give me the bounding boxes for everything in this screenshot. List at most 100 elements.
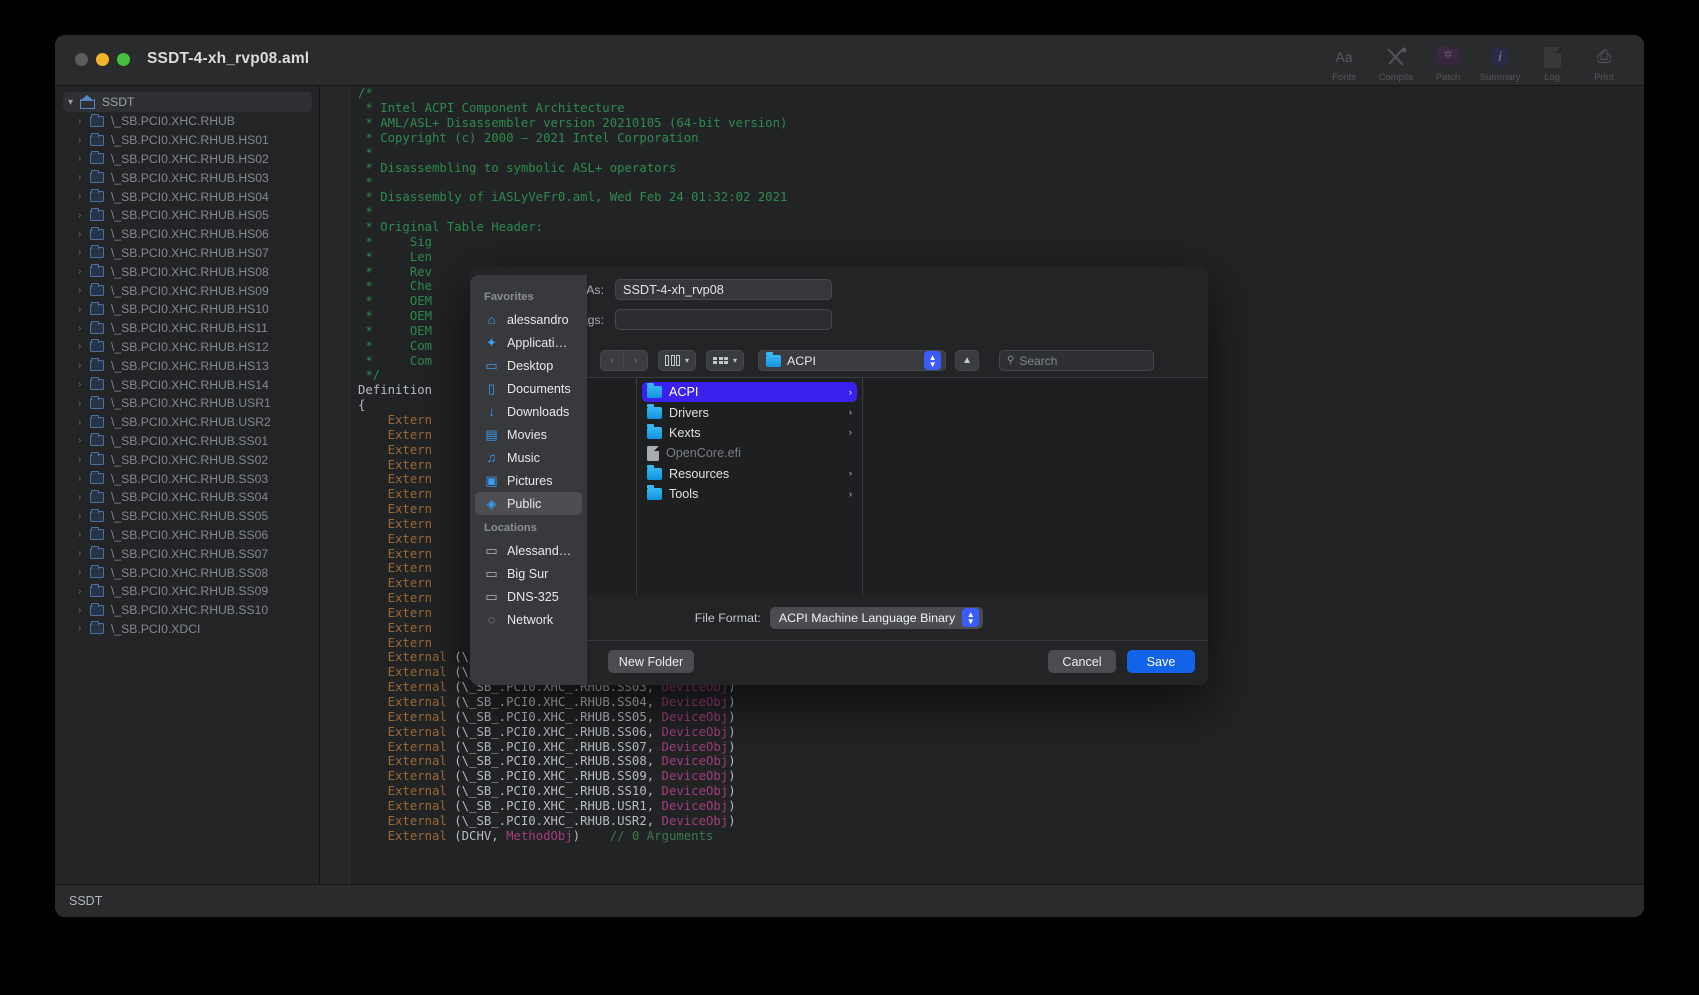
tree-item[interactable]: › \_SB.PCI0.XHC.RHUB.HS02 — [55, 150, 319, 169]
tree-scroll-area[interactable]: ▾ SSDT › \_SB.PCI0.XHC.RHUB › \_SB.PCI0.XHC… — [55, 86, 319, 879]
tree-item[interactable]: › \_SB.PCI0.XHC.RHUB.HS13 — [55, 356, 319, 375]
sidebar-item-movies[interactable]: ▤ Movies — [475, 423, 582, 446]
chevron-right-icon[interactable]: › — [78, 379, 90, 390]
minimize-button[interactable] — [96, 53, 109, 66]
chevron-right-icon[interactable]: › — [78, 229, 90, 240]
tree-root-ssdt[interactable]: ▾ SSDT — [63, 92, 312, 112]
tree-item[interactable]: › \_SB.PCI0.XHC.RHUB.SS01 — [55, 432, 319, 451]
sidebar-item-public[interactable]: ◈ Public — [475, 492, 582, 515]
file-item-acpi[interactable]: ACPI › — [642, 382, 857, 403]
toolbar-button-summary[interactable]: i Summary — [1474, 39, 1526, 83]
tree-item[interactable]: › \_SB.PCI0.XHC.RHUB.HS05 — [55, 206, 319, 225]
tree-item[interactable]: › \_SB.PCI0.XHC.RHUB.HS10 — [55, 300, 319, 319]
chevron-right-icon[interactable]: › — [78, 304, 90, 315]
chevron-right-icon[interactable]: › — [78, 605, 90, 616]
path-popup-button[interactable]: ACPI ▲ ▼ — [758, 350, 947, 371]
sidebar-item-alessand[interactable]: ▭ Alessand… — [475, 539, 582, 562]
toolbar-button-log[interactable]: Log — [1526, 39, 1578, 83]
sidebar-item-network[interactable]: ◌ Network — [475, 608, 582, 631]
tree-item[interactable]: › \_SB.PCI0.XHC.RHUB.SS07 — [55, 544, 319, 563]
tree-item[interactable]: › \_SB.PCI0.XHC.RHUB.HS08 — [55, 262, 319, 281]
sidebar-item-big-sur[interactable]: ▭ Big Sur — [475, 562, 582, 585]
chevron-right-icon[interactable]: › — [78, 473, 90, 484]
chevron-right-icon[interactable]: › — [78, 210, 90, 221]
chevron-right-icon[interactable]: › — [78, 247, 90, 258]
cancel-button[interactable]: Cancel — [1048, 650, 1116, 673]
chevron-right-icon[interactable]: › — [78, 172, 90, 183]
chevron-right-icon[interactable]: › — [78, 417, 90, 428]
chevron-right-icon[interactable]: › — [78, 567, 90, 578]
tree-item[interactable]: › \_SB.PCI0.XHC.RHUB.SS08 — [55, 563, 319, 582]
tree-item[interactable]: › \_SB.PCI0.XHC.RHUB.HS01 — [55, 131, 319, 150]
file-column-3[interactable] — [863, 378, 1208, 595]
tree-item[interactable]: › \_SB.PCI0.XHC.RHUB.SS09 — [55, 582, 319, 601]
chevron-right-icon[interactable]: › — [78, 285, 90, 296]
toolbar-button-patch[interactable]: Patch — [1422, 39, 1474, 83]
stepper-icon[interactable]: ▲ ▼ — [962, 608, 980, 627]
tree-item[interactable]: › \_SB.PCI0.XHC.RHUB.USR1 — [55, 394, 319, 413]
chevron-right-icon[interactable]: › — [78, 623, 90, 634]
file-column-2[interactable]: ACPI › Drivers › Kexts › OpenCore.efi Resources… — [637, 378, 863, 595]
tree-item[interactable]: › \_SB.PCI0.XHC.RHUB.SS05 — [55, 507, 319, 526]
chevron-right-icon[interactable]: › — [78, 586, 90, 597]
tree-item[interactable]: › \_SB.PCI0.XHC.RHUB — [55, 112, 319, 131]
file-item-drivers[interactable]: Drivers › — [642, 402, 857, 422]
chevron-right-icon[interactable]: › — [78, 511, 90, 522]
chevron-right-icon[interactable]: › — [78, 135, 90, 146]
forward-button[interactable]: › — [624, 350, 648, 371]
tree-item[interactable]: › \_SB.PCI0.XHC.RHUB.SS10 — [55, 601, 319, 620]
chevron-right-icon[interactable]: › — [78, 529, 90, 540]
dialog-search-input[interactable]: ⚲ Search — [999, 350, 1155, 371]
tree-item[interactable]: › \_SB.PCI0.XHC.RHUB.SS02 — [55, 450, 319, 469]
sidebar-item-alessandro[interactable]: ⌂ alessandro — [475, 308, 582, 331]
toolbar-button-compile[interactable]: Compile — [1370, 39, 1422, 83]
chevron-right-icon[interactable]: › — [78, 435, 90, 446]
tree-item[interactable]: › \_SB.PCI0.XHC.RHUB.HS09 — [55, 281, 319, 300]
toolbar-button-print[interactable]: ⎙ Print — [1578, 39, 1630, 83]
tags-input[interactable] — [615, 309, 832, 330]
sidebar-item-documents[interactable]: ▯ Documents — [475, 377, 582, 400]
chevron-right-icon[interactable]: › — [78, 454, 90, 465]
new-folder-button[interactable]: New Folder — [608, 650, 694, 673]
chevron-right-icon[interactable]: › — [78, 266, 90, 277]
sidebar-item-downloads[interactable]: ↓ Downloads — [475, 400, 582, 423]
column-view-button[interactable]: ▾ — [658, 350, 697, 371]
tree-item[interactable]: › \_SB.PCI0.XHC.RHUB.HS11 — [55, 319, 319, 338]
tree-item[interactable]: › \_SB.PCI0.XHC.RHUB.SS04 — [55, 488, 319, 507]
sidebar-item-music[interactable]: ♫ Music — [475, 446, 582, 469]
file-item-kexts[interactable]: Kexts › — [642, 423, 857, 443]
tree-item[interactable]: › \_SB.PCI0.XDCI — [55, 620, 319, 639]
close-button[interactable] — [75, 53, 88, 66]
tree-item[interactable]: › \_SB.PCI0.XHC.RHUB.HS12 — [55, 338, 319, 357]
chevron-right-icon[interactable]: › — [78, 191, 90, 202]
chevron-right-icon[interactable]: › — [78, 153, 90, 164]
chevron-right-icon[interactable]: › — [78, 341, 90, 352]
sidebar-item-applicati[interactable]: ✦ Applicati… — [475, 331, 582, 354]
file-item-opencore-efi[interactable]: OpenCore.efi — [642, 443, 857, 463]
chevron-right-icon[interactable]: › — [78, 548, 90, 559]
sidebar-item-desktop[interactable]: ▭ Desktop — [475, 354, 582, 377]
tree-item[interactable]: › \_SB.PCI0.XHC.RHUB.HS04 — [55, 187, 319, 206]
tree-item[interactable]: › \_SB.PCI0.XHC.RHUB.HS07 — [55, 244, 319, 263]
file-item-resources[interactable]: Resources › — [642, 464, 857, 484]
save-button[interactable]: Save — [1127, 650, 1195, 673]
file-format-select[interactable]: ACPI Machine Language Binary ▲ ▼ — [769, 606, 984, 629]
tree-item[interactable]: › \_SB.PCI0.XHC.RHUB.HS03 — [55, 168, 319, 187]
navigate-up-button[interactable]: ▲ — [955, 350, 980, 371]
chevron-right-icon[interactable]: › — [78, 323, 90, 334]
tree-item[interactable]: › \_SB.PCI0.XHC.RHUB.USR2 — [55, 413, 319, 432]
sidebar-item-pictures[interactable]: ▣ Pictures — [475, 469, 582, 492]
zoom-button[interactable] — [117, 53, 130, 66]
chevron-down-icon[interactable]: ▾ — [68, 97, 80, 108]
chevron-right-icon[interactable]: › — [78, 398, 90, 409]
chevron-right-icon[interactable]: › — [78, 492, 90, 503]
chevron-right-icon[interactable]: › — [78, 360, 90, 371]
tree-item[interactable]: › \_SB.PCI0.XHC.RHUB.HS06 — [55, 225, 319, 244]
back-button[interactable]: ‹ — [600, 350, 624, 371]
toolbar-button-fonts[interactable]: Aa Fonts — [1318, 39, 1370, 83]
tree-item[interactable]: › \_SB.PCI0.XHC.RHUB.SS06 — [55, 526, 319, 545]
sidebar-item-dns-325[interactable]: ▭ DNS-325 — [475, 585, 582, 608]
file-item-tools[interactable]: Tools › — [642, 484, 857, 504]
save-as-input[interactable]: SSDT-4-xh_rvp08 — [615, 279, 832, 300]
chevron-right-icon[interactable]: › — [78, 116, 90, 127]
